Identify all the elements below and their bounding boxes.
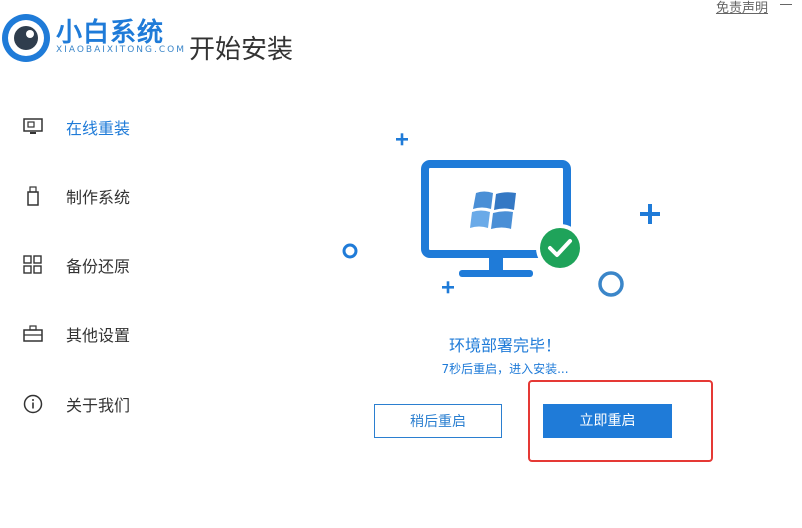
- page-title: 开始安装: [189, 35, 294, 65]
- info-icon: [22, 393, 44, 415]
- monitor-icon: [22, 116, 44, 138]
- ring-icon: [342, 243, 358, 259]
- status-message: 环境部署完毕！: [448, 336, 561, 355]
- plus-icon: [640, 204, 660, 224]
- plus-icon: [442, 281, 454, 294]
- check-icon: [536, 224, 584, 272]
- minimize-icon[interactable]: [780, 4, 792, 5]
- sidebar-item-backup-restore[interactable]: 备份还原: [22, 250, 130, 280]
- sidebar-item-online-reinstall[interactable]: 在线重装: [22, 112, 130, 142]
- xiaobai-logo-icon: [2, 14, 50, 62]
- sidebar-item-make-system[interactable]: 制作系统: [22, 181, 130, 211]
- restart-now-button[interactable]: 立即重启: [543, 404, 672, 438]
- install-complete-illustration: [342, 133, 660, 297]
- windows-logo-icon: [470, 191, 516, 229]
- disclaimer-link[interactable]: 免责声明: [716, 0, 768, 16]
- countdown-text: 7秒后重启，进入安装...: [441, 362, 569, 376]
- brand-name: 小白系统: [56, 18, 165, 48]
- brand-subtitle: XIAOBAIXITONG.COM: [56, 45, 186, 55]
- sidebar-item-label: 其他设置: [66, 326, 131, 345]
- sidebar-item-about-us[interactable]: 关于我们: [22, 389, 130, 419]
- backup-grid-icon: [22, 254, 44, 276]
- sidebar-item-label: 制作系统: [66, 188, 131, 207]
- sidebar-item-label: 在线重装: [66, 119, 131, 138]
- sidebar-item-label: 备份还原: [66, 257, 131, 276]
- briefcase-icon: [22, 323, 44, 345]
- restart-later-button[interactable]: 稍后重启: [374, 404, 502, 438]
- sidebar-item-other-settings[interactable]: 其他设置: [22, 319, 130, 349]
- usb-icon: [22, 185, 44, 207]
- ring-icon: [598, 271, 624, 297]
- sidebar-item-label: 关于我们: [66, 396, 131, 415]
- plus-icon: [396, 133, 408, 146]
